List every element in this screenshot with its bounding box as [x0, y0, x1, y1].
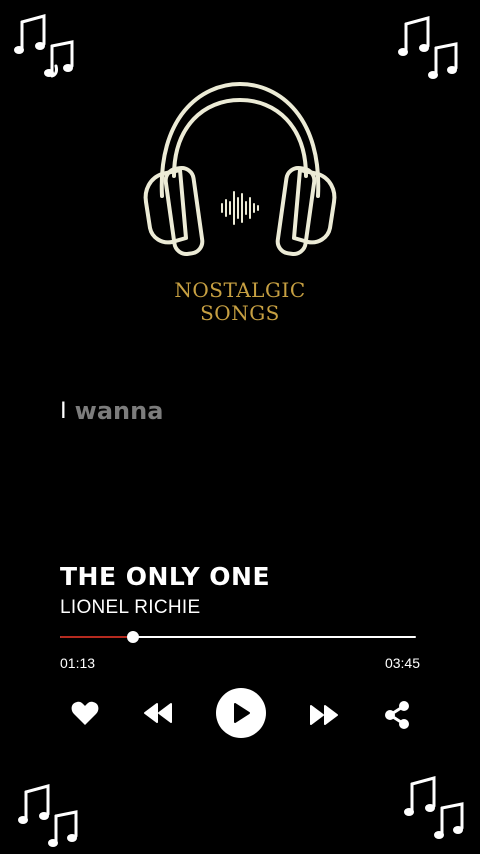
rewind-icon [144, 703, 172, 723]
elapsed-time: 01:13 [60, 655, 96, 671]
track-artist: LIONEL RICHIE [60, 597, 201, 618]
fast-forward-button[interactable] [306, 702, 342, 728]
music-notes-icon [398, 16, 458, 79]
share-icon [385, 701, 409, 729]
play-icon [234, 703, 250, 723]
fast-forward-icon [310, 705, 338, 725]
share-button[interactable] [380, 699, 414, 731]
heart-icon [71, 701, 99, 725]
music-notes-icon [14, 14, 74, 78]
music-notes-icon [18, 784, 78, 847]
progress-bar[interactable] [60, 631, 416, 643]
play-button[interactable] [216, 688, 266, 738]
progress-knob[interactable] [126, 631, 139, 643]
track-title: THE ONLY ONE [60, 562, 271, 591]
logo-title-line2: SONGS [200, 301, 280, 325]
like-button[interactable] [68, 698, 102, 728]
total-duration: 03:45 [384, 655, 420, 671]
rewind-button[interactable] [140, 700, 176, 726]
progress-fill [60, 636, 133, 638]
headphones-icon [143, 82, 337, 256]
logo-title-line1: NOSTALGIC [174, 278, 306, 302]
music-notes-icon [404, 776, 464, 839]
lyric-current-word: I [60, 397, 67, 424]
lyric-next-word: wanna [74, 397, 164, 425]
lyrics-line: I wanna [60, 397, 164, 425]
